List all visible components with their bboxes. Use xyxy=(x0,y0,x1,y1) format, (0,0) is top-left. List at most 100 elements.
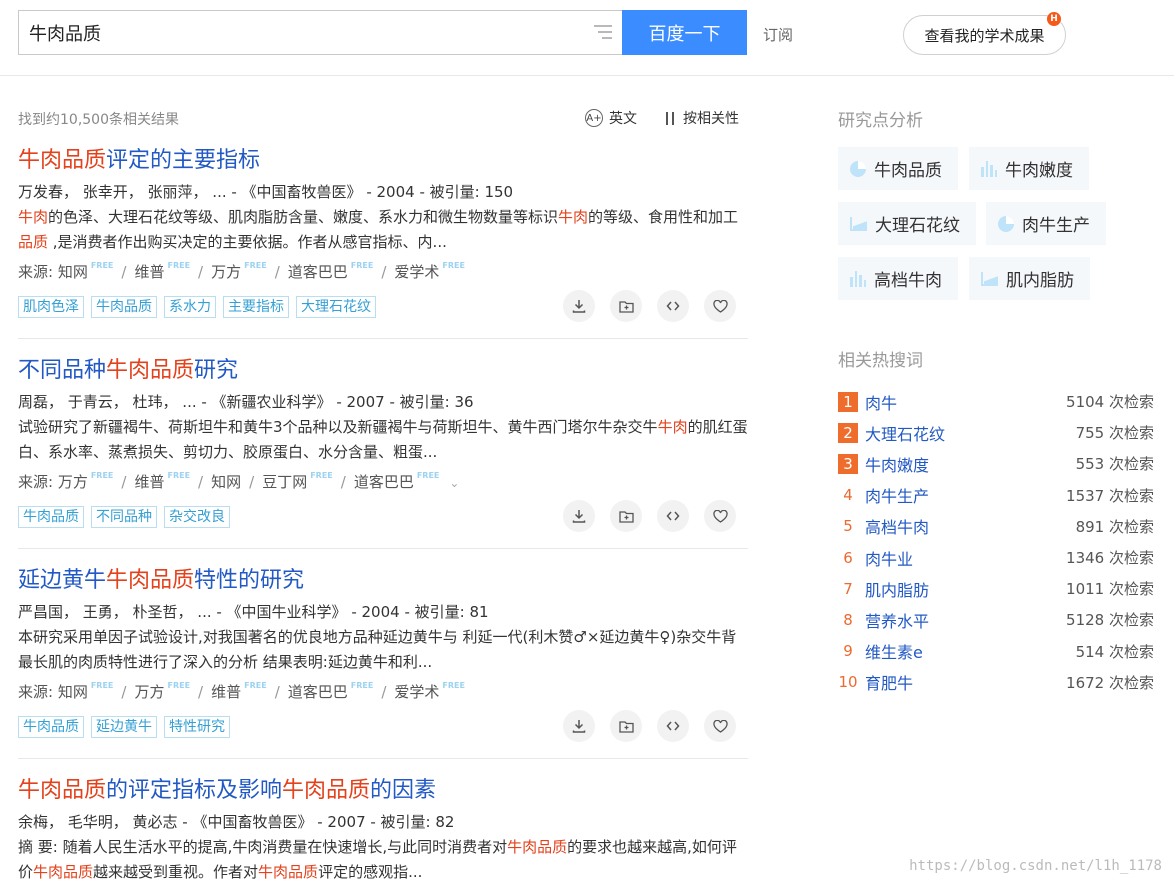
hot-search-row[interactable]: 1 肉牛 5104 次检索 xyxy=(838,386,1154,417)
source-link[interactable]: 万方 xyxy=(211,263,241,281)
code-icon xyxy=(666,510,680,522)
source-link[interactable]: 爱学术 xyxy=(394,683,439,701)
search-input[interactable] xyxy=(29,19,569,47)
source-link[interactable]: 道客巴巴 xyxy=(288,263,348,281)
watermark: https://blog.csdn.net/l1h_1178 xyxy=(909,858,1162,874)
folder-add-button[interactable] xyxy=(610,290,642,322)
result-abstract: 摘 要: 随着人民生活水平的提高,牛肉消费量在快速增长,与此同时消费者对牛肉品质… xyxy=(18,835,748,885)
source-separator: / xyxy=(198,263,204,281)
hot-search-row[interactable]: 5 高档牛肉 891 次检索 xyxy=(838,511,1154,542)
keyword-tag[interactable]: 大理石花纹 xyxy=(296,296,376,318)
keyword-tag[interactable]: 杂交改良 xyxy=(164,506,230,528)
hot-search-row[interactable]: 3 牛肉嫩度 553 次检索 xyxy=(838,448,1154,479)
pie-chart-icon xyxy=(998,215,1014,232)
subscribe-link[interactable]: 订阅 xyxy=(763,24,793,45)
hot-search-term[interactable]: 大理石花纹 xyxy=(865,421,1076,445)
keyword-tag[interactable]: 主要指标 xyxy=(223,296,289,318)
topic-chip[interactable]: 高档牛肉 xyxy=(838,257,958,300)
result-title-link[interactable]: 延边黄牛牛肉品质特性的研究 xyxy=(18,566,748,596)
source-link[interactable]: 知网 xyxy=(58,263,88,281)
source-link[interactable]: 维普 xyxy=(134,263,164,281)
code-button[interactable] xyxy=(657,500,689,532)
search-count: 1537 次检索 xyxy=(1066,486,1154,505)
topic-label: 肉牛生产 xyxy=(1022,216,1090,236)
hot-search-row[interactable]: 10 育肥牛 1672 次检索 xyxy=(838,667,1154,698)
heart-button[interactable] xyxy=(704,500,736,532)
rank-badge: 3 xyxy=(838,453,858,474)
hot-search-term[interactable]: 高档牛肉 xyxy=(865,514,1076,538)
text-run: 的等级、食用性和加工 xyxy=(588,208,739,226)
hot-search-row[interactable]: 4 肉牛生产 1537 次检索 xyxy=(838,480,1154,511)
hot-search-term[interactable]: 肌内脂肪 xyxy=(865,577,1066,601)
highlight-text: 牛肉品质 xyxy=(507,838,568,856)
source-separator: / xyxy=(274,263,280,281)
hot-search-term[interactable]: 营养水平 xyxy=(865,608,1066,632)
result-title-link[interactable]: 牛肉品质评定的主要指标 xyxy=(18,146,748,176)
hot-search-row[interactable]: 7 肌内脂肪 1011 次检索 xyxy=(838,573,1154,604)
hot-search-term[interactable]: 肉牛生产 xyxy=(865,483,1066,507)
source-link[interactable]: 知网 xyxy=(58,683,88,701)
hot-search-row[interactable]: 8 营养水平 5128 次检索 xyxy=(838,604,1154,635)
source-separator: / xyxy=(274,683,280,701)
download-button[interactable] xyxy=(563,500,595,532)
topic-chip[interactable]: 肌内脂肪 xyxy=(969,257,1090,300)
heart-button[interactable] xyxy=(704,290,736,322)
source-link[interactable]: 道客巴巴 xyxy=(354,473,414,491)
hot-search-term[interactable]: 维生素e xyxy=(865,639,1076,663)
highlight-text: 牛肉 xyxy=(18,208,49,226)
keyword-tag[interactable]: 肌肉色泽 xyxy=(18,296,84,318)
keyword-tag[interactable]: 不同品种 xyxy=(91,506,157,528)
sort-toggle[interactable]: 按相关性 xyxy=(663,108,739,128)
code-button[interactable] xyxy=(657,710,689,742)
search-button[interactable]: 百度一下 xyxy=(622,10,747,55)
topic-chip[interactable]: 牛肉嫩度 xyxy=(969,147,1089,190)
heart-icon xyxy=(712,719,728,733)
analysis-heading: 研究点分析 xyxy=(838,111,923,131)
language-toggle[interactable]: A+ 英文 xyxy=(585,108,637,128)
heart-button[interactable] xyxy=(704,710,736,742)
hot-search-row[interactable]: 9 维生素e 514 次检索 xyxy=(838,636,1154,667)
source-link[interactable]: 知网 xyxy=(211,473,241,491)
hot-search-term[interactable]: 肉牛 xyxy=(865,390,1066,414)
source-link[interactable]: 道客巴巴 xyxy=(288,683,348,701)
hot-search-row[interactable]: 2 大理石花纹 755 次检索 xyxy=(838,417,1154,448)
source-link[interactable]: 维普 xyxy=(211,683,241,701)
keyword-tag[interactable]: 延边黄牛 xyxy=(91,716,157,738)
source-link[interactable]: 万方 xyxy=(58,473,88,491)
free-badge: FREE xyxy=(442,261,465,270)
hot-search-term[interactable]: 育肥牛 xyxy=(865,670,1066,694)
folder-add-button[interactable] xyxy=(610,710,642,742)
free-badge: FREE xyxy=(90,681,114,690)
topic-chip[interactable]: 肉牛生产 xyxy=(986,202,1106,245)
source-link[interactable]: 爱学术 xyxy=(394,263,439,281)
hot-search-row[interactable]: 6 肉牛业 1346 次检索 xyxy=(838,542,1154,573)
keyword-tag[interactable]: 系水力 xyxy=(164,296,216,318)
result-title-link[interactable]: 牛肉品质的评定指标及影响牛肉品质的因素 xyxy=(18,776,748,806)
result-title-link[interactable]: 不同品种牛肉品质研究 xyxy=(18,356,748,386)
topic-chip[interactable]: 牛肉品质 xyxy=(838,147,958,190)
download-button[interactable] xyxy=(563,290,595,322)
my-results-button[interactable]: 查看我的学术成果 H xyxy=(903,12,1066,55)
text-run: 评定的感观指... xyxy=(318,863,423,881)
chevron-down-icon[interactable]: ⌄ xyxy=(449,476,459,490)
highlight-text: 牛肉品质 xyxy=(282,778,371,803)
text-run: 本研究采用单因子试验设计,对我国著名的优良地方品种延边黄牛与 利延一代(利木赞♂… xyxy=(18,628,737,671)
keyword-tag[interactable]: 牛肉品质 xyxy=(18,506,84,528)
topic-chip[interactable]: 大理石花纹 xyxy=(838,202,976,245)
keyword-tag[interactable]: 牛肉品质 xyxy=(91,296,157,318)
keyword-tag[interactable]: 牛肉品质 xyxy=(18,716,84,738)
result-divider xyxy=(18,758,748,759)
hot-search-term[interactable]: 牛肉嫩度 xyxy=(865,452,1076,476)
code-button[interactable] xyxy=(657,290,689,322)
source-link[interactable]: 维普 xyxy=(134,473,164,491)
text-run: 摘 要: 随着人民生活水平的提高,牛肉消费量在快速增长,与此同时消费者对 xyxy=(18,838,508,856)
source-link[interactable]: 万方 xyxy=(134,683,164,701)
hot-search-list: 1 肉牛 5104 次检索 2 大理石花纹 755 次检索 3 牛肉嫩度 553 次检索 4 肉牛生… xyxy=(838,386,1154,698)
folder-add-button[interactable] xyxy=(610,500,642,532)
download-button[interactable] xyxy=(563,710,595,742)
keyword-tag[interactable]: 特性研究 xyxy=(164,716,230,738)
menu-icon[interactable] xyxy=(594,25,612,41)
source-link[interactable]: 豆丁网 xyxy=(262,473,307,491)
source-separator: / xyxy=(198,473,204,491)
hot-search-term[interactable]: 肉牛业 xyxy=(865,546,1066,570)
